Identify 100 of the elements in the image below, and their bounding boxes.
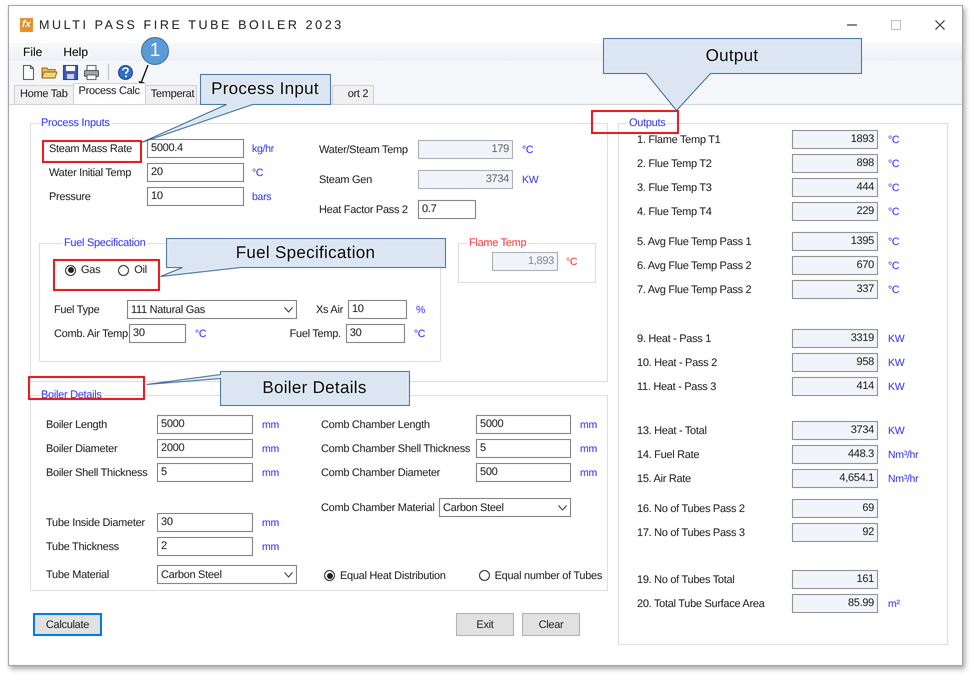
input-field[interactable]: 2: [157, 537, 253, 556]
tab[interactable]: Temperat: [144, 85, 198, 104]
field-label: Water/Steam Temp: [319, 144, 408, 156]
unit-label: bars: [252, 190, 272, 202]
input-field[interactable]: 5000.4: [147, 139, 244, 158]
field-label: Boiler Diameter: [46, 442, 118, 454]
unit-label: mm: [262, 516, 279, 528]
window-title: MULTI PASS FIRE TUBE BOILER 2023: [39, 18, 344, 32]
chevron-down-icon[interactable]: [558, 504, 567, 510]
input-field[interactable]: 3319: [792, 329, 878, 348]
input-field[interactable]: 5000: [476, 415, 571, 434]
input-field[interactable]: 20: [147, 163, 244, 182]
input-field[interactable]: 161: [792, 570, 878, 589]
radio-button[interactable]: Equal number of Tubes: [478, 570, 602, 582]
dropdown[interactable]: Carbon Steel: [439, 498, 571, 517]
field-label: 15. Air Rate: [637, 472, 691, 484]
input-field[interactable]: 444: [792, 178, 878, 197]
tab[interactable]: ort 2: [332, 85, 374, 104]
button[interactable]: Calculate: [33, 613, 102, 636]
unit-label: KW: [888, 424, 904, 436]
help-icon[interactable]: [117, 64, 134, 80]
field-label: Xs Air: [315, 304, 344, 316]
unit-label: mm: [262, 418, 279, 430]
new-document-icon[interactable]: [20, 64, 37, 80]
dropdown[interactable]: Carbon Steel: [157, 565, 297, 584]
unit-label: °C: [888, 158, 900, 170]
input-field[interactable]: 229: [792, 202, 878, 221]
field-label: Comb Chamber Diameter: [321, 466, 440, 478]
field-label: Boiler Length: [46, 418, 107, 430]
input-field[interactable]: 1395: [792, 232, 878, 251]
dropdown[interactable]: 111 Natural Gas: [127, 300, 297, 319]
unit-label: mm: [580, 442, 597, 454]
input-field[interactable]: 10: [147, 187, 244, 206]
input-field[interactable]: 670: [792, 256, 878, 275]
input-field[interactable]: 85.99: [792, 594, 878, 613]
chevron-down-icon[interactable]: [284, 572, 293, 578]
radio-button[interactable]: Gas: [65, 264, 100, 276]
group-title: Fuel Specification: [63, 237, 146, 249]
field-label: 19. No of Tubes Total: [637, 574, 734, 586]
printer-icon[interactable]: [83, 64, 100, 80]
button[interactable]: Clear: [522, 613, 580, 636]
input-field[interactable]: 5: [476, 439, 571, 458]
field-label: Tube Inside Diameter: [46, 516, 145, 528]
input-field[interactable]: 30: [129, 324, 186, 343]
input-field[interactable]: 337: [792, 280, 878, 299]
field-label: 11. Heat - Pass 3: [637, 380, 716, 392]
tab[interactable]: Home Tab: [14, 85, 74, 104]
unit-label: mm: [262, 442, 279, 454]
unit-label: KW: [888, 356, 904, 368]
input-field[interactable]: 448.3: [792, 445, 878, 464]
field-label: Fuel Type: [54, 304, 100, 316]
field-label: 9. Heat - Pass 1: [637, 332, 712, 344]
field-label: Comb Chamber Material: [321, 502, 435, 514]
input-field[interactable]: 10: [348, 300, 407, 319]
chevron-down-icon[interactable]: [284, 306, 293, 312]
close-icon[interactable]: [935, 20, 945, 30]
callout: Output: [603, 38, 862, 111]
unit-label: °C: [888, 236, 900, 248]
input-field[interactable]: 414: [792, 377, 878, 396]
field-label: Steam Gen: [319, 174, 372, 186]
unit-label: °C: [888, 284, 900, 296]
group-title: Boiler Details: [40, 389, 103, 401]
unit-label: °C: [888, 206, 900, 218]
input-field[interactable]: 30: [157, 513, 253, 532]
radio-button[interactable]: Equal Heat Distribution: [324, 570, 446, 582]
unit-label: kg/hr: [252, 142, 274, 154]
input-field[interactable]: 30: [346, 324, 405, 343]
input-field[interactable]: 3734: [418, 170, 513, 189]
field-label: 5. Avg Flue Temp Pass 1: [637, 236, 752, 248]
field-label: 10. Heat - Pass 2: [637, 356, 717, 368]
field-label: Comb. Air Temp.: [54, 328, 131, 340]
field-label: Comb Chamber Length: [321, 418, 430, 430]
unit-label: °C: [888, 260, 900, 272]
input-field[interactable]: 958: [792, 353, 878, 372]
callout: Boiler Details: [146, 371, 410, 406]
menu-item[interactable]: File: [19, 45, 46, 59]
field-label: Steam Mass Rate: [49, 142, 132, 154]
input-field[interactable]: 1893: [792, 130, 878, 149]
field-label: 14. Fuel Rate: [637, 448, 700, 460]
input-field[interactable]: 5000: [157, 415, 253, 434]
unit-label: mm: [580, 466, 597, 478]
unit-label: °C: [252, 166, 264, 178]
input-field[interactable]: 69: [792, 499, 878, 518]
input-field[interactable]: 5: [157, 463, 253, 482]
menu-item[interactable]: Help: [59, 45, 92, 59]
tab[interactable]: Process Calc: [72, 83, 146, 104]
unit-label: KW: [888, 332, 904, 344]
radio-button[interactable]: Oil: [118, 264, 147, 276]
input-field[interactable]: 898: [792, 154, 878, 173]
field-label: Heat Factor Pass 2: [319, 204, 408, 216]
input-field[interactable]: 92: [792, 523, 878, 542]
field-label: 1. Flame Temp T1: [637, 134, 720, 146]
input-field[interactable]: 4,654.1: [792, 469, 878, 488]
button[interactable]: Exit: [456, 613, 514, 636]
input-field[interactable]: 0.7: [418, 200, 476, 219]
unit-label: mm: [262, 466, 279, 478]
input-field[interactable]: 3734: [792, 421, 878, 440]
input-field[interactable]: 500: [476, 463, 571, 482]
input-field[interactable]: 179: [418, 140, 513, 159]
input-field[interactable]: 2000: [157, 439, 253, 458]
